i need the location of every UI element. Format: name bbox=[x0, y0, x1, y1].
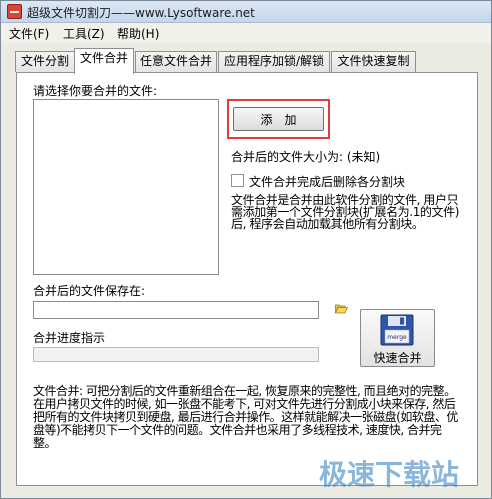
select-files-label: 请选择你要合并的文件: bbox=[33, 84, 158, 98]
add-button[interactable]: 添加 bbox=[233, 107, 324, 131]
menu-file[interactable]: 文件(F) bbox=[7, 25, 51, 42]
quick-merge-button[interactable]: merge 快速合并 bbox=[360, 309, 435, 367]
merge-progress-bar bbox=[33, 347, 319, 362]
delete-after-merge-label[interactable]: 文件合并完成后删除各分割块 bbox=[249, 173, 405, 190]
tab-fast-copy[interactable]: 文件快速复制 bbox=[331, 51, 416, 72]
menu-help[interactable]: 帮助(H) bbox=[115, 25, 161, 42]
app-window: 超级文件切割刀——www.Lysoftware.net 文件(F) 工具(Z) … bbox=[0, 0, 492, 499]
menu-bar: 文件(F) 工具(Z) 帮助(H) bbox=[1, 23, 491, 43]
app-icon bbox=[7, 4, 22, 19]
tab-app-lock[interactable]: 应用程序加锁/解锁 bbox=[218, 51, 330, 72]
merged-size-label: 合并后的文件大小为: (未知) bbox=[231, 150, 381, 164]
progress-label: 合并进度指示 bbox=[33, 331, 106, 345]
tab-file-split[interactable]: 文件分割 bbox=[15, 51, 75, 72]
floppy-disk-icon: merge bbox=[380, 314, 414, 346]
watermark: 极速下载站 bbox=[319, 458, 460, 491]
save-path-input[interactable] bbox=[33, 301, 319, 319]
menu-tools[interactable]: 工具(Z) bbox=[61, 25, 107, 42]
delete-after-merge-checkbox[interactable] bbox=[231, 174, 244, 187]
save-location-label: 合并后的文件保存在: bbox=[33, 284, 146, 298]
window-title: 超级文件切割刀——www.Lysoftware.net bbox=[27, 6, 255, 20]
quick-merge-label: 快速合并 bbox=[373, 351, 422, 365]
tab-file-merge[interactable]: 文件合并 bbox=[74, 48, 134, 74]
tab-any-file-merge[interactable]: 任意文件合并 bbox=[135, 51, 217, 72]
add-button-highlight: 添加 bbox=[227, 99, 330, 139]
help-text: 文件合并: 可把分割后的文件重新组合在一起, 恢复原来的完整性, 而且绝对的完整… bbox=[33, 384, 458, 450]
merge-description: 文件合并是合并由此软件分割的文件, 用户只需添加第一个文件分割块(扩展名为.1的… bbox=[231, 193, 460, 231]
title-bar[interactable]: 超级文件切割刀——www.Lysoftware.net bbox=[1, 1, 491, 23]
floppy-label: merge bbox=[387, 334, 407, 341]
folder-open-icon[interactable] bbox=[335, 303, 348, 314]
merge-panel: 请选择你要合并的文件: 添加 合并后的文件大小为: (未知) 文件合并完成后删除… bbox=[16, 72, 478, 486]
file-list[interactable] bbox=[33, 99, 219, 275]
tab-strip: 文件分割 文件合并 任意文件合并 应用程序加锁/解锁 文件快速复制 bbox=[1, 43, 491, 74]
